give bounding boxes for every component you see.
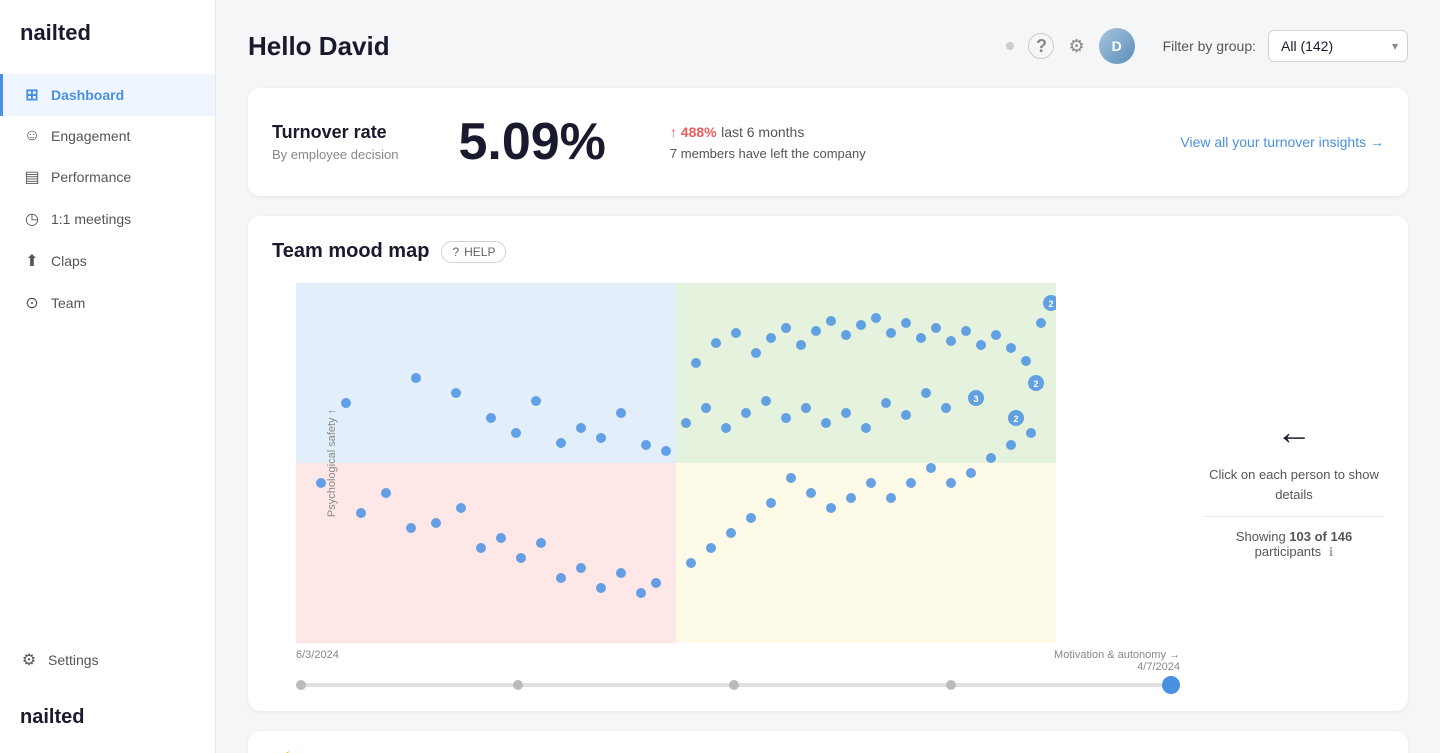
page-title: Hello David (248, 31, 390, 62)
page-header: Hello David ? ⚙ D Filter by group: All (… (248, 28, 1408, 64)
chart-wrapper: Psychological safety ↑ (296, 283, 1180, 643)
mood-map-header: Team mood map ? HELP (272, 240, 1384, 263)
sidebar: nailted ⊞ Dashboard ☺ Engagement ▤ Perfo… (0, 0, 216, 753)
turnover-link[interactable]: View all your turnover insights → (1180, 134, 1384, 150)
slider-dot-1 (296, 680, 306, 690)
settings-icon: ⚙ (20, 650, 38, 670)
x-axis-label-motivation: Motivation & autonomy → 4/7/2024 (1054, 649, 1180, 673)
chart-sidebar: ← Click on each person to show details S… (1204, 283, 1384, 687)
turnover-content: Turnover rate By employee decision 5.09%… (272, 112, 1384, 172)
help-label: HELP (464, 245, 495, 259)
claps-label: Claps (51, 253, 87, 269)
turnover-change-pct: ↑ 488% (670, 124, 717, 140)
header-right: ? ⚙ D Filter by group: All (142) Enginee… (1006, 28, 1408, 64)
meetings-label: 1:1 meetings (51, 211, 131, 227)
turnover-card: Turnover rate By employee decision 5.09%… (248, 88, 1408, 196)
meetings-icon: ◷ (23, 209, 41, 229)
turnover-change: ↑ 488% last 6 months (670, 124, 866, 142)
engagement-label: Engagement (51, 128, 130, 144)
info-icon[interactable]: ℹ (1329, 545, 1334, 559)
dot-indicator (1006, 42, 1014, 50)
turnover-info: Turnover rate By employee decision (272, 122, 398, 162)
participants-text: Showing 103 of 146 participants ℹ (1204, 529, 1384, 559)
mood-map-card: Team mood map ? HELP Psychological safet… (248, 216, 1408, 711)
settings-label: Settings (48, 652, 99, 668)
svg-text:2: 2 (1048, 299, 1053, 309)
svg-text:2: 2 (1033, 379, 1038, 389)
sidebar-item-dashboard[interactable]: ⊞ Dashboard (0, 74, 215, 116)
performance-label: Performance (51, 169, 131, 185)
svg-text:3: 3 (973, 394, 978, 404)
bottom-logo-text: nailted (20, 706, 84, 728)
help-icon[interactable]: ? (1028, 33, 1054, 59)
chart-container: Psychological safety ↑ (272, 283, 1180, 687)
sidebar-item-claps[interactable]: ⬆ Claps (0, 240, 215, 282)
help-button[interactable]: ? HELP (441, 241, 506, 263)
logo-container: nailted (0, 0, 215, 74)
chart-click-hint: Click on each person to show details (1204, 465, 1384, 504)
sidebar-item-team[interactable]: ⊙ Team (0, 282, 215, 324)
turnover-rate-value: 5.09% (458, 112, 605, 172)
settings-nav-item[interactable]: ⚙ Settings (0, 630, 215, 690)
x-axis-labels: 6/3/2024 Motivation & autonomy → 4/7/202… (296, 649, 1180, 673)
dashboard-label: Dashboard (51, 87, 124, 103)
dashboard-icon: ⊞ (23, 85, 41, 105)
settings-header-icon[interactable]: ⚙ (1068, 36, 1084, 57)
chart-divider (1204, 516, 1384, 517)
sidebar-item-performance[interactable]: ▤ Performance (0, 156, 215, 198)
engagement-card: ⚡ Engagement in Nailted (248, 731, 1408, 753)
arrow-left-icon: ← (1276, 411, 1312, 453)
sidebar-item-engagement[interactable]: ☺ Engagement (0, 116, 215, 156)
turnover-stats: ↑ 488% last 6 months 7 members have left… (670, 124, 866, 161)
scatter-plot[interactable]: 2 2 3 2 (296, 283, 1056, 643)
help-circle-icon: ? (452, 245, 459, 259)
chart-area: Psychological safety ↑ (272, 283, 1384, 687)
main-content: Hello David ? ⚙ D Filter by group: All (… (216, 0, 1440, 753)
group-filter-select[interactable]: All (142) Engineering Marketing Sales De… (1268, 30, 1408, 62)
nav-menu: ⊞ Dashboard ☺ Engagement ▤ Performance ◷… (0, 74, 215, 324)
filter-label: Filter by group: (1163, 38, 1256, 54)
turnover-title: Turnover rate (272, 122, 398, 143)
x-axis-start: 6/3/2024 (296, 649, 339, 673)
slider-dot-4 (946, 680, 956, 690)
slider-dot-3 (729, 680, 739, 690)
mood-map-title: Team mood map (272, 240, 429, 263)
app-logo: nailted (20, 20, 91, 45)
header-icons: ? ⚙ D (1006, 28, 1134, 64)
sidebar-item-meetings[interactable]: ◷ 1:1 meetings (0, 198, 215, 240)
performance-icon: ▤ (23, 167, 41, 187)
user-avatar[interactable]: D (1099, 28, 1135, 64)
turnover-change-period: last 6 months (721, 124, 804, 140)
bottom-logo: nailted (0, 690, 215, 753)
group-filter-wrapper: All (142) Engineering Marketing Sales De… (1268, 30, 1408, 62)
engagement-icon: ☺ (23, 127, 41, 145)
team-icon: ⊙ (23, 293, 41, 313)
y-axis-label: Psychological safety ↑ (326, 409, 338, 517)
claps-icon: ⬆ (23, 251, 41, 271)
slider-dot-2 (513, 680, 523, 690)
svg-text:2: 2 (1013, 414, 1018, 424)
timeline-slider[interactable] (296, 683, 1180, 687)
team-label: Team (51, 295, 85, 311)
slider-dot-active (1162, 676, 1180, 694)
turnover-members: 7 members have left the company (670, 146, 866, 161)
turnover-subtitle: By employee decision (272, 147, 398, 162)
